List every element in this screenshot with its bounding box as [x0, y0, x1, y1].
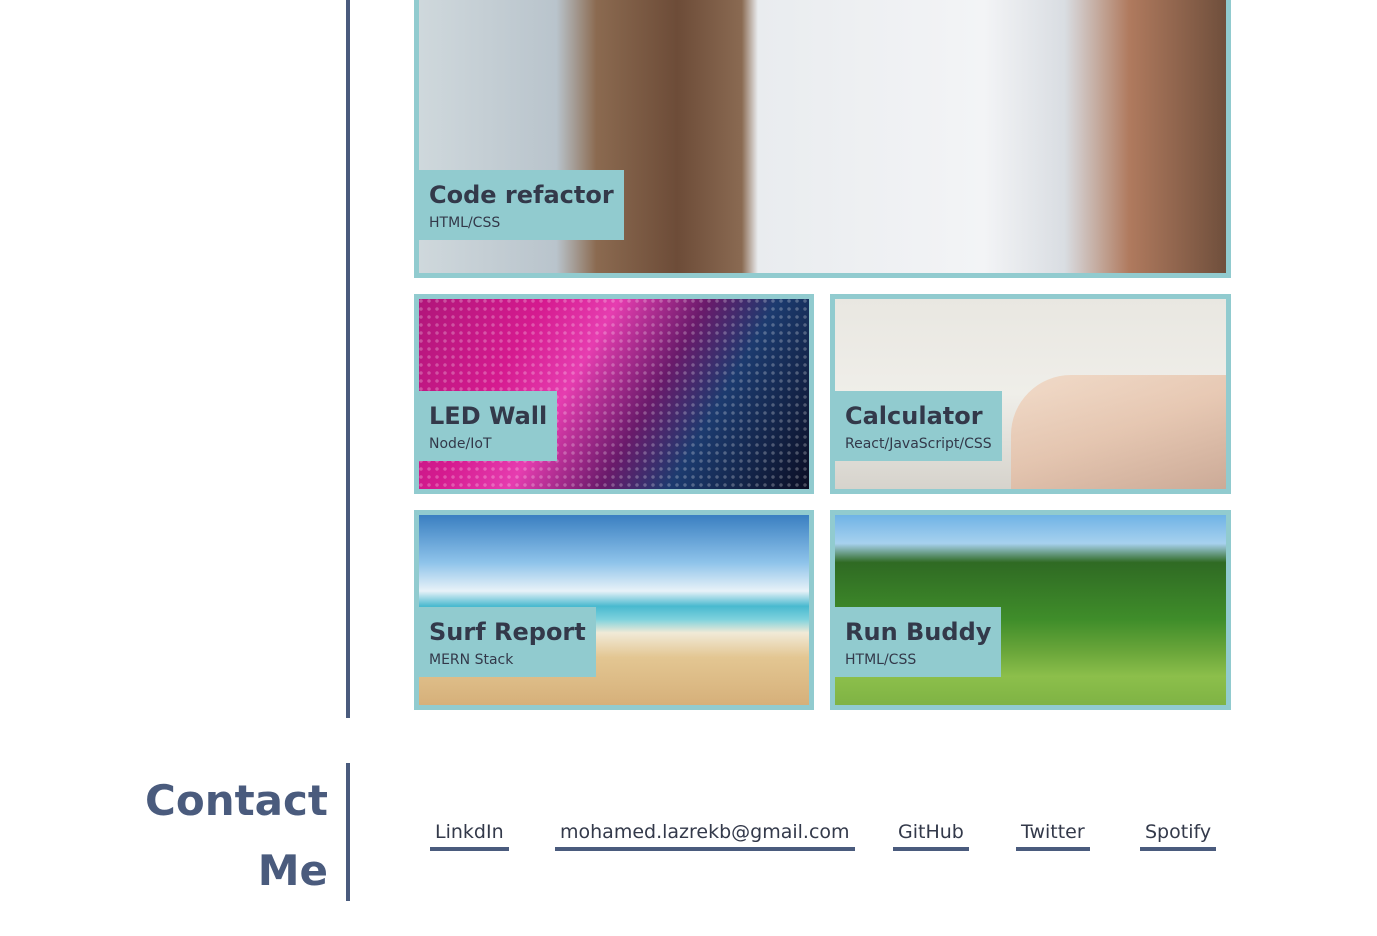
project-label: Surf Report MERN Stack	[419, 607, 596, 677]
project-card-led-wall[interactable]: LED Wall Node/IoT	[414, 294, 814, 494]
project-title: Run Buddy	[845, 618, 992, 646]
project-label: Run Buddy HTML/CSS	[835, 607, 1002, 677]
project-tech: Node/IoT	[429, 436, 492, 452]
project-tech: HTML/CSS	[845, 652, 917, 668]
project-title: Calculator	[845, 402, 983, 430]
email-link[interactable]: mohamed.lazrekb@gmail.com	[555, 820, 855, 851]
section-divider-line	[346, 0, 350, 718]
project-card-run-buddy[interactable]: Run Buddy HTML/CSS	[830, 510, 1231, 710]
page: Code refactor HTML/CSS LED Wall Node/IoT…	[0, 0, 1377, 936]
project-label: Code refactor HTML/CSS	[419, 170, 624, 240]
project-title: LED Wall	[429, 402, 548, 430]
project-tech: React/JavaScript/CSS	[845, 436, 992, 452]
project-label: Calculator React/JavaScript/CSS	[835, 391, 1002, 461]
contact-divider-line	[346, 763, 350, 901]
github-link[interactable]: GitHub	[893, 820, 969, 851]
linkedin-link[interactable]: LinkdIn	[430, 820, 509, 851]
project-title: Surf Report	[429, 618, 586, 646]
project-title: Code refactor	[429, 181, 614, 209]
project-label: LED Wall Node/IoT	[419, 391, 558, 461]
project-tech: MERN Stack	[429, 652, 514, 668]
contact-heading: Contact Me	[145, 776, 328, 895]
project-tech: HTML/CSS	[429, 215, 501, 231]
spotify-link[interactable]: Spotify	[1140, 820, 1217, 851]
project-card-calculator[interactable]: Calculator React/JavaScript/CSS	[830, 294, 1231, 494]
twitter-link[interactable]: Twitter	[1016, 820, 1090, 851]
project-card-code-refactor[interactable]: Code refactor HTML/CSS	[414, 0, 1231, 278]
project-card-surf-report[interactable]: Surf Report MERN Stack	[414, 510, 814, 710]
